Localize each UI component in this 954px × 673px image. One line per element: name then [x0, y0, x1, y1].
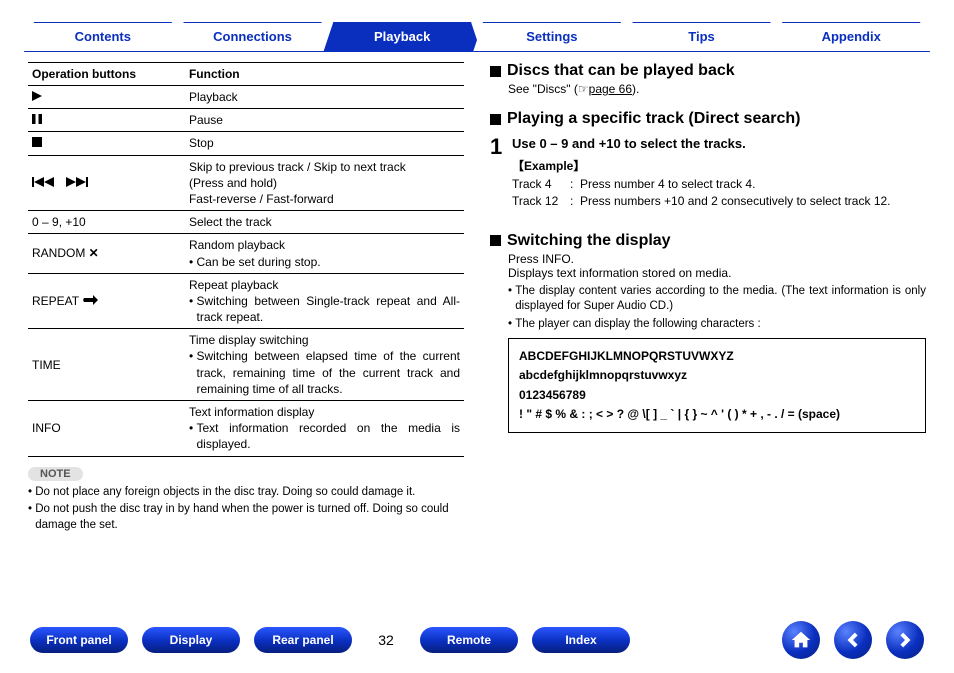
fn-info-b1: Text information recorded on the media i…	[197, 420, 461, 452]
page-number: 32	[366, 632, 406, 648]
tab-playback[interactable]: Playback	[323, 22, 481, 52]
btn-random-label: RANDOM	[32, 246, 89, 260]
fn-random-b1: Can be set during stop.	[197, 254, 461, 270]
see-discs-prefix: See "Discs" (	[508, 82, 578, 96]
fn-select-track: Select the track	[185, 211, 464, 234]
step-number: 1	[490, 136, 512, 210]
chars-upper: ABCDEFGHIJKLMNOPQRSTUVWXYZ	[519, 347, 915, 366]
th-function: Function	[185, 63, 464, 86]
switching-b1: The display content varies according to …	[515, 284, 926, 315]
play-icon	[32, 90, 42, 104]
th-operation: Operation buttons	[28, 63, 185, 86]
table-row: 0 – 9, +10 Select the track	[28, 211, 464, 234]
table-row: TIME Time display switching Switching be…	[28, 329, 464, 401]
see-discs-suffix: ).	[632, 82, 639, 96]
footer-remote[interactable]: Remote	[420, 627, 518, 653]
fn-time-b1: Switching between elapsed time of the cu…	[197, 348, 461, 397]
note-badge: NOTE	[28, 467, 83, 481]
example-key-2: Track 12	[512, 193, 570, 210]
example-row: Track 4: Press number 4 to select track …	[512, 176, 926, 193]
step-title: Use 0 – 9 and +10 to select the tracks.	[512, 136, 926, 151]
footer: Front panel Display Rear panel 32 Remote…	[0, 621, 954, 659]
tab-appendix[interactable]: Appendix	[772, 22, 930, 52]
repeat-icon	[82, 294, 98, 308]
chars-lower: abcdefghijklmnopqrstuvwxyz	[519, 366, 915, 385]
forward-icon[interactable]	[886, 621, 924, 659]
tab-settings[interactable]: Settings	[473, 22, 631, 52]
skip-prev-icon	[32, 176, 59, 190]
note-2: Do not push the disc tray in by hand whe…	[35, 502, 464, 533]
top-tabs: Contents Connections Playback Settings T…	[28, 22, 926, 52]
skip-next-icon	[66, 176, 90, 190]
right-column: Discs that can be played back See "Discs…	[490, 62, 926, 535]
switching-line1: Press INFO.	[508, 252, 926, 266]
section-switching-title: Switching the display	[490, 232, 926, 250]
table-row: Stop	[28, 132, 464, 155]
footer-front-panel[interactable]: Front panel	[30, 627, 128, 653]
chars-symbols: ! " # $ % & : ; < > ? @ \[ ] _ ` | { } ~…	[519, 405, 915, 424]
shuffle-icon: ✕	[89, 246, 99, 260]
table-row: RANDOM ✕ Random playback Can be set duri…	[28, 234, 464, 273]
home-icon[interactable]	[782, 621, 820, 659]
fn-time: Time display switching	[189, 332, 460, 348]
left-column: Operation buttons Function Playback	[28, 62, 464, 535]
chars-digits: 0123456789	[519, 386, 915, 405]
switching-b2: The player can display the following cha…	[515, 317, 760, 333]
example-row: Track 12: Press numbers +10 and 2 consec…	[512, 193, 926, 210]
footer-rear-panel[interactable]: Rear panel	[254, 627, 352, 653]
table-row: Pause	[28, 109, 464, 132]
tab-connections[interactable]: Connections	[174, 22, 332, 52]
fn-playback: Playback	[185, 86, 464, 109]
switching-bullets: The display content varies according to …	[508, 284, 926, 333]
fn-repeat-b1: Switching between Single-track repeat an…	[197, 293, 461, 325]
pause-icon	[32, 113, 42, 127]
example-val-2: Press numbers +10 and 2 consecutively to…	[580, 193, 926, 210]
operation-table: Operation buttons Function Playback	[28, 62, 464, 457]
fn-stop: Stop	[185, 132, 464, 155]
fn-skip-1: Skip to previous track / Skip to next tr…	[189, 159, 460, 175]
character-box: ABCDEFGHIJKLMNOPQRSTUVWXYZ abcdefghijklm…	[508, 338, 926, 433]
btn-repeat-label: REPEAT	[32, 294, 82, 308]
table-row: Skip to previous track / Skip to next tr…	[28, 155, 464, 211]
fn-skip-2: (Press and hold)	[189, 175, 460, 191]
table-row: Playback	[28, 86, 464, 109]
example-key-1: Track 4	[512, 176, 570, 193]
section-direct-search-title: Playing a specific track (Direct search)	[490, 110, 926, 128]
back-icon[interactable]	[834, 621, 872, 659]
pointer-icon: ☞	[578, 82, 589, 96]
tab-tips[interactable]: Tips	[623, 22, 781, 52]
fn-random: Random playback	[189, 237, 460, 253]
switching-line2: Displays text information stored on medi…	[508, 266, 926, 280]
fn-info: Text information display	[189, 404, 460, 420]
link-page66[interactable]: page 66	[589, 82, 632, 96]
example-label: 【Example】	[512, 157, 926, 174]
btn-info-label: INFO	[28, 401, 185, 457]
stop-icon	[32, 136, 42, 150]
section-discs-title: Discs that can be played back	[490, 62, 926, 80]
fn-skip-3: Fast-reverse / Fast-forward	[189, 191, 460, 207]
notes-list: Do not place any foreign objects in the …	[28, 485, 464, 534]
btn-digits: 0 – 9, +10	[28, 211, 185, 234]
fn-pause: Pause	[185, 109, 464, 132]
table-row: INFO Text information display Text infor…	[28, 401, 464, 457]
footer-display[interactable]: Display	[142, 627, 240, 653]
btn-time-label: TIME	[28, 329, 185, 401]
fn-repeat: Repeat playback	[189, 277, 460, 293]
tab-contents[interactable]: Contents	[24, 22, 182, 52]
note-1: Do not place any foreign objects in the …	[35, 485, 415, 501]
footer-index[interactable]: Index	[532, 627, 630, 653]
table-row: REPEAT Repeat playback Switching between…	[28, 273, 464, 329]
example-val-1: Press number 4 to select track 4.	[580, 176, 926, 193]
